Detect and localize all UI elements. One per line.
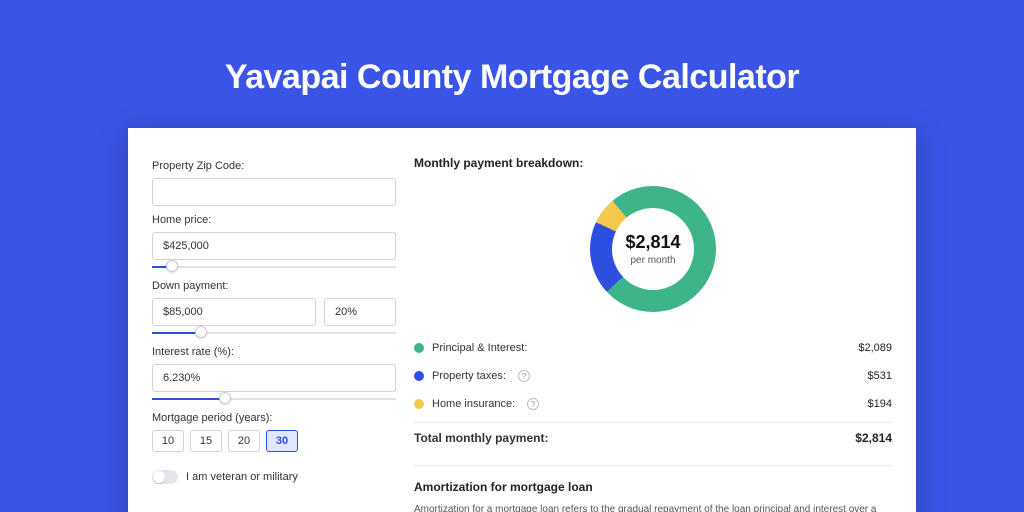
- yellow-dot-icon: [414, 399, 424, 409]
- home-price-input[interactable]: $425,000: [152, 232, 396, 260]
- interest-input[interactable]: 6.230%: [152, 364, 396, 392]
- period-label: Mortgage period (years):: [152, 412, 396, 424]
- down-payment-slider[interactable]: [152, 328, 396, 338]
- period-option-20[interactable]: 20: [228, 430, 260, 452]
- donut-chart: $2,814 per month: [414, 176, 892, 322]
- legend-value: $531: [868, 370, 892, 382]
- veteran-toggle[interactable]: [152, 470, 178, 484]
- period-options: 10 15 20 30: [152, 430, 396, 452]
- total-value: $2,814: [855, 431, 892, 445]
- legend-label: Principal & Interest:: [432, 342, 527, 354]
- donut-amount: $2,814: [625, 232, 680, 253]
- breakdown-title: Monthly payment breakdown:: [414, 156, 892, 170]
- total-label: Total monthly payment:: [414, 431, 548, 445]
- page-title: Yavapai County Mortgage Calculator: [0, 0, 1024, 97]
- home-price-slider[interactable]: [152, 262, 396, 272]
- calculator-card: Property Zip Code: Home price: $425,000 …: [128, 128, 916, 512]
- interest-label: Interest rate (%):: [152, 346, 396, 358]
- legend-label: Property taxes:: [432, 370, 506, 382]
- amortization-block: Amortization for mortgage loan Amortizat…: [414, 465, 892, 512]
- zip-input[interactable]: [152, 178, 396, 206]
- legend-value: $194: [868, 398, 892, 410]
- green-dot-icon: [414, 343, 424, 353]
- legend-row-0: Principal & Interest: $2,089: [414, 334, 892, 362]
- down-payment-pct-input[interactable]: 20%: [324, 298, 396, 326]
- veteran-label: I am veteran or military: [186, 471, 298, 483]
- period-option-30[interactable]: 30: [266, 430, 298, 452]
- info-icon[interactable]: ?: [518, 370, 530, 382]
- legend-label: Home insurance:: [432, 398, 515, 410]
- info-icon[interactable]: ?: [527, 398, 539, 410]
- legend-row-2: Home insurance:? $194: [414, 390, 892, 418]
- legend-value: $2,089: [858, 342, 892, 354]
- total-row: Total monthly payment: $2,814: [414, 422, 892, 453]
- amortization-title: Amortization for mortgage loan: [414, 480, 892, 494]
- legend-row-1: Property taxes:? $531: [414, 362, 892, 390]
- legend: Principal & Interest: $2,089 Property taxe…: [414, 334, 892, 418]
- home-price-label: Home price:: [152, 214, 396, 226]
- down-payment-input[interactable]: $85,000: [152, 298, 316, 326]
- breakdown-panel: Monthly payment breakdown: $2,814 per mo…: [414, 154, 892, 512]
- donut-sub: per month: [625, 255, 680, 266]
- period-option-10[interactable]: 10: [152, 430, 184, 452]
- blue-dot-icon: [414, 371, 424, 381]
- down-payment-label: Down payment:: [152, 280, 396, 292]
- amortization-text: Amortization for a mortgage loan refers …: [414, 502, 892, 512]
- form-panel: Property Zip Code: Home price: $425,000 …: [152, 154, 396, 512]
- zip-label: Property Zip Code:: [152, 160, 396, 172]
- period-option-15[interactable]: 15: [190, 430, 222, 452]
- interest-slider[interactable]: [152, 394, 396, 404]
